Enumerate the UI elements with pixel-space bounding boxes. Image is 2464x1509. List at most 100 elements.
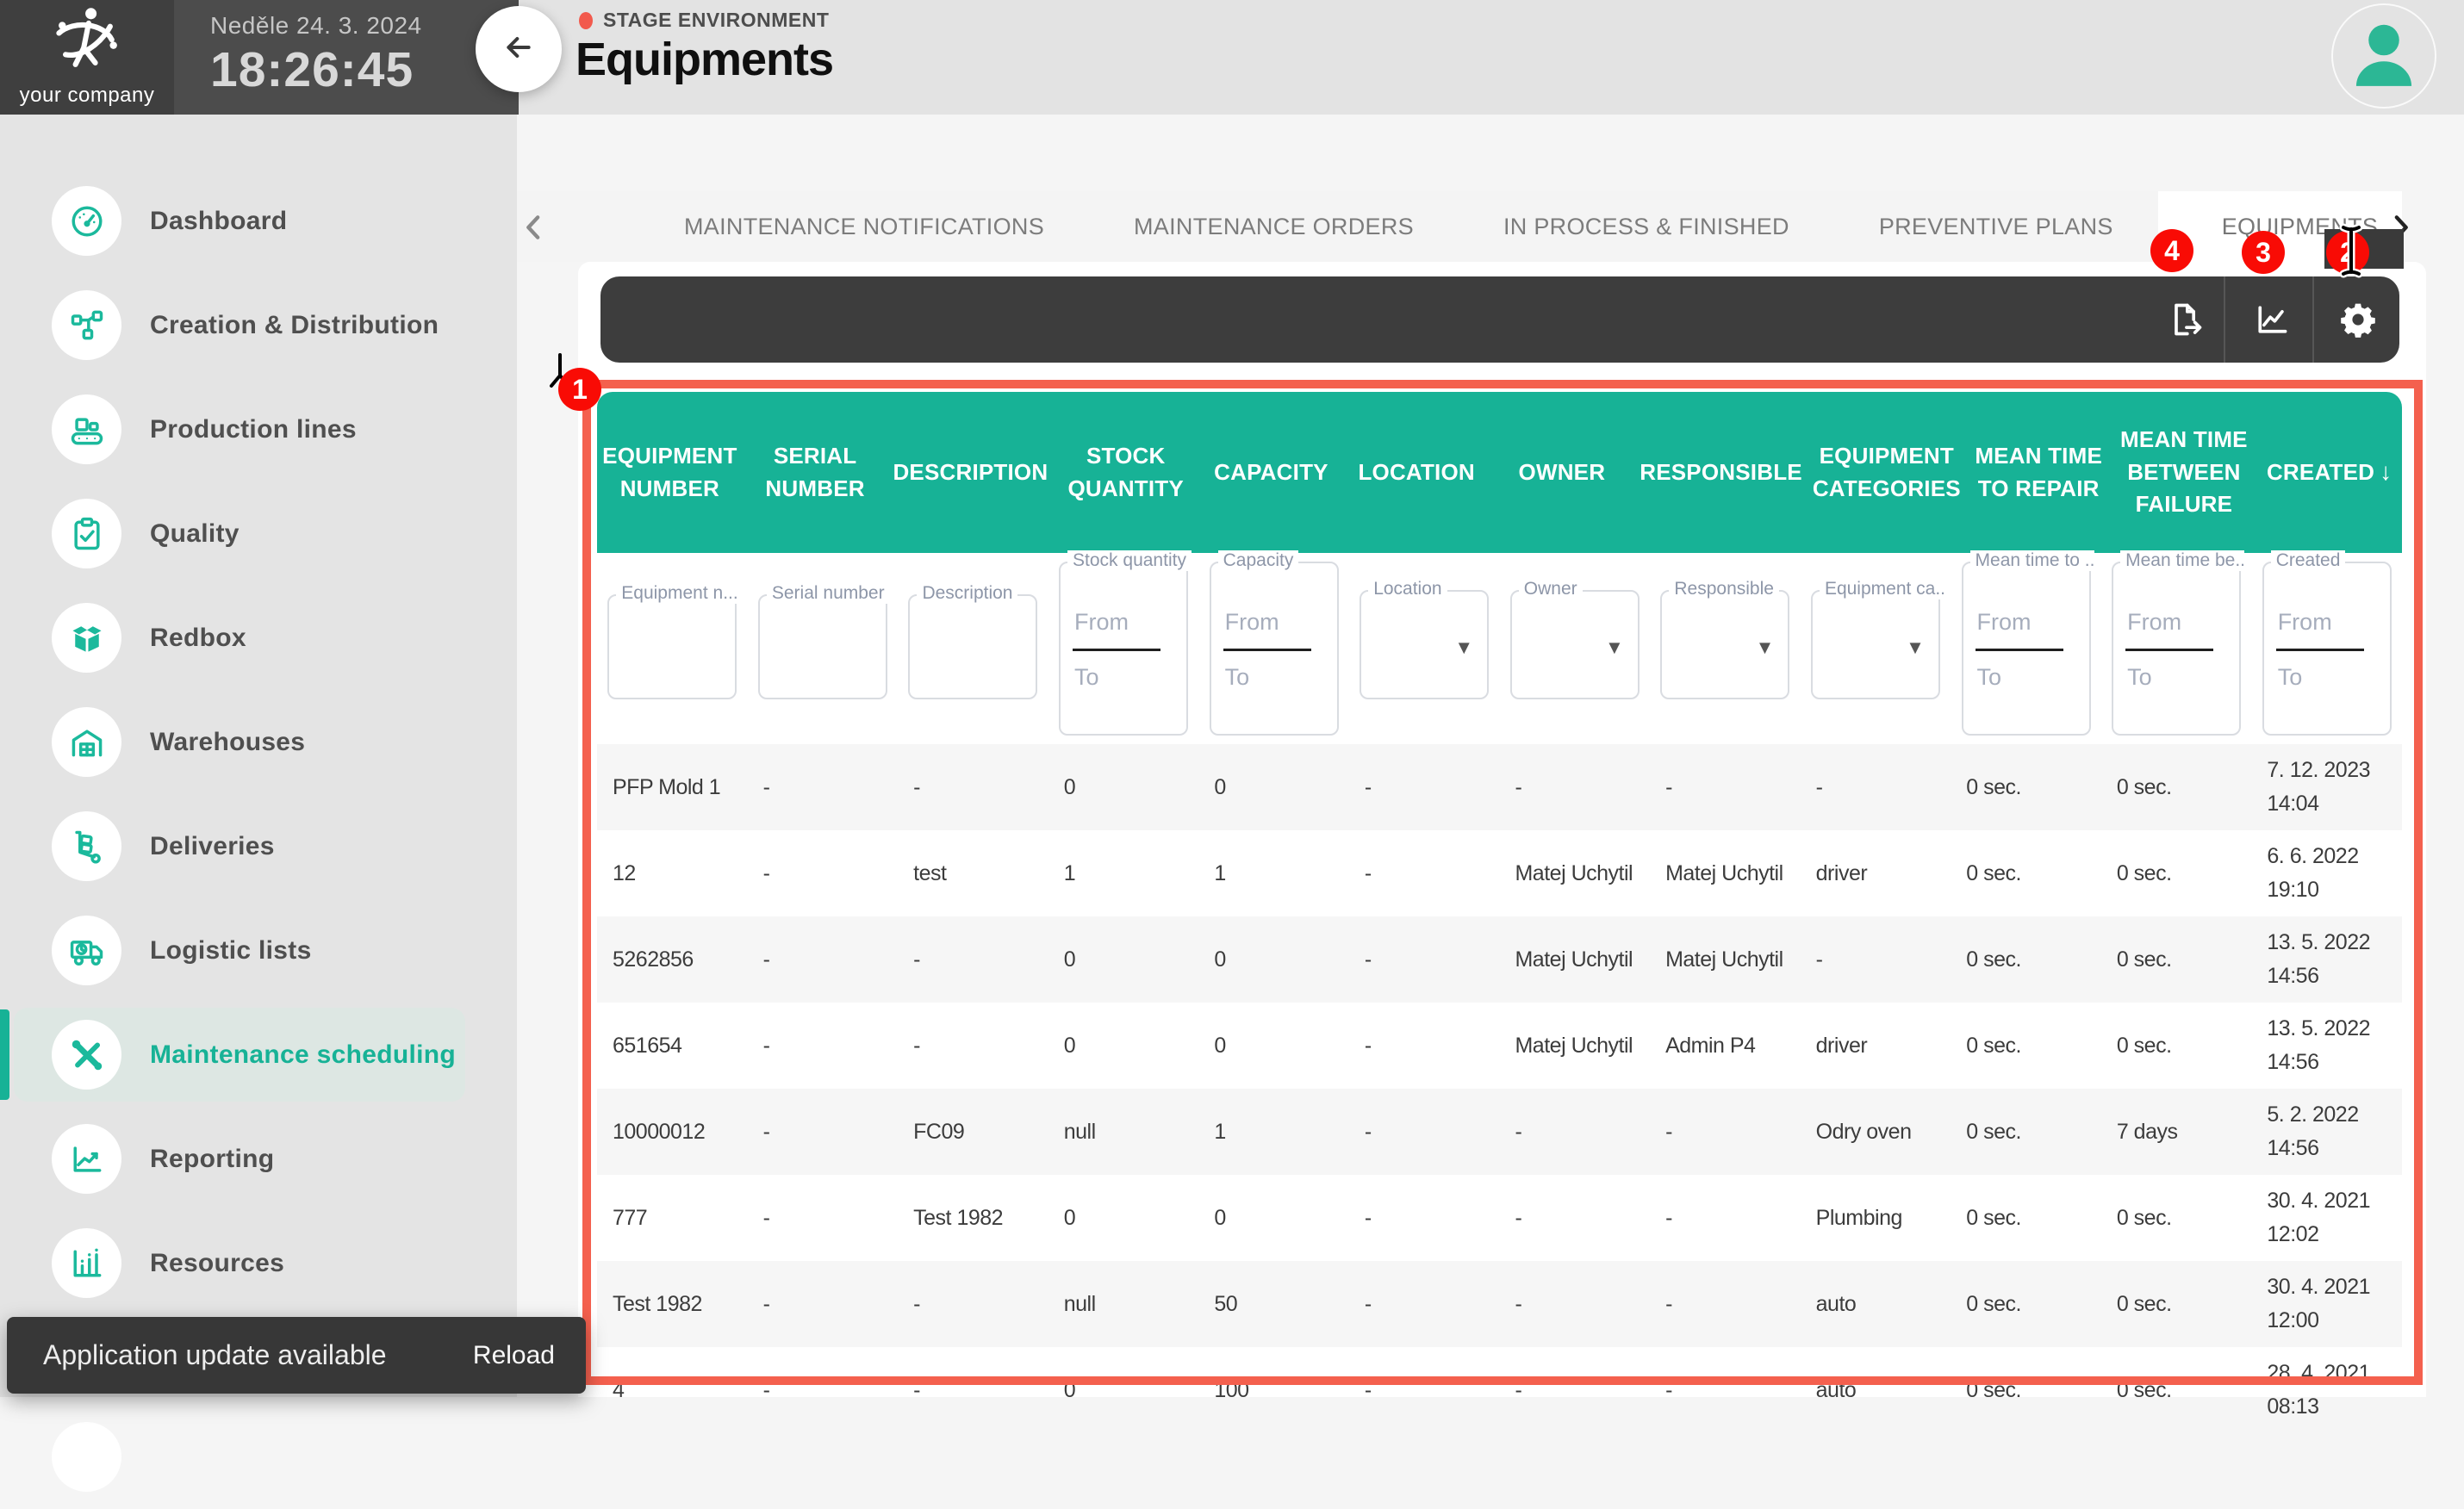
table-cell: Odry oven [1801, 1108, 1951, 1156]
filter-to-input[interactable] [1211, 660, 1337, 694]
back-button[interactable] [476, 6, 562, 92]
filter-from-input[interactable] [1963, 605, 2089, 639]
column-header-equipment-categories[interactable]: EQUIPMENT CATEGORIES [1808, 440, 1966, 505]
table-cell: 0 sec. [1951, 764, 2101, 811]
gear-button[interactable] [2315, 276, 2401, 363]
sidebar-item-dashboard[interactable]: Dashboard [0, 169, 517, 273]
filter-cell: Created [2251, 553, 2402, 744]
filter-cell: Location▼ [1349, 553, 1500, 744]
sidebar-active-accent-bar [0, 1218, 9, 1308]
sidebar-active-accent-bar [0, 697, 9, 787]
filter-to-input[interactable] [2264, 660, 2390, 694]
filter-equipment-ca[interactable]: Equipment ca...▼ [1811, 590, 1940, 699]
tab-in-process-finished[interactable]: IN PROCESS & FINISHED [1459, 191, 1834, 262]
column-header-mean-time-between-failure[interactable]: MEAN TIME BETWEEN FAILURE [2112, 424, 2257, 521]
sidebar-item-maintenance-scheduling[interactable]: Maintenance scheduling [0, 1003, 517, 1107]
filter-label: Capacity [1218, 550, 1299, 571]
sidebar-item-label: Production lines [150, 415, 357, 444]
sidebar-active-accent-bar [0, 280, 9, 370]
sidebar-item-hidden[interactable] [0, 1405, 517, 1509]
sidebar-item-quality[interactable]: Quality [0, 481, 517, 586]
column-header-capacity[interactable]: CAPACITY [1198, 456, 1344, 489]
table-cell: - [898, 1281, 1048, 1328]
column-header-mean-time-to-repair[interactable]: MEAN TIME TO REPAIR [1966, 440, 2112, 505]
column-header-created[interactable]: CREATED↓ [2256, 455, 2402, 490]
sidebar-item-production-lines[interactable]: Production lines [0, 377, 517, 481]
filter-text-input[interactable] [609, 596, 735, 698]
filter-owner[interactable]: Owner▼ [1510, 590, 1640, 699]
table-row[interactable]: 777-Test 198200---Plumbing0 sec.0 sec.30… [597, 1175, 2402, 1261]
table-row[interactable]: 651654--00-Matej UchytilAdmin P4driver0 … [597, 1003, 2402, 1089]
table-cell: - [748, 1108, 899, 1156]
sidebar-item-creation-distribution[interactable]: Creation & Distribution [0, 273, 517, 377]
filter-location[interactable]: Location▼ [1360, 590, 1489, 699]
tab-maintenance-orders[interactable]: MAINTENANCE ORDERS [1089, 191, 1459, 262]
column-header-description[interactable]: DESCRIPTION [887, 456, 1053, 489]
table-cell: - [1650, 1367, 1801, 1414]
annotation-badge-4: 4 [2150, 229, 2193, 272]
table-cell: - [748, 1022, 899, 1070]
filter-text-input[interactable] [760, 596, 886, 698]
filter-label: Responsible [1669, 579, 1779, 599]
table-row[interactable]: PFP Mold 1--00----0 sec.0 sec.7. 12. 202… [597, 744, 2402, 830]
column-header-owner[interactable]: OWNER [1490, 456, 1635, 489]
column-header-equipment-number[interactable]: EQUIPMENT NUMBER [597, 440, 743, 505]
table-cell: - [1499, 764, 1650, 811]
table-cell: 0 sec. [2101, 1367, 2252, 1414]
filter-cell: Equipment n... [597, 553, 748, 744]
table-row[interactable]: 4--0100---auto0 sec.0 sec.28. 4. 2021 08… [597, 1347, 2402, 1433]
table-cell: 0 [1198, 764, 1349, 811]
table-cell: - [1349, 1281, 1500, 1328]
table-cell: - [1801, 936, 1951, 984]
sidebar-item-deliveries[interactable]: Deliveries [0, 794, 517, 898]
sidebar-item-redbox[interactable]: Redbox [0, 586, 517, 690]
sidebar-item-logistic-lists[interactable]: Logistic lists [0, 898, 517, 1003]
table-cell: 0 [1048, 764, 1199, 811]
tabs-scroll-left-button[interactable] [517, 210, 551, 245]
filter-from-input[interactable] [1211, 605, 1337, 639]
column-header-label: DESCRIPTION [893, 459, 1048, 485]
filter-to-input[interactable] [2113, 660, 2239, 694]
user-avatar[interactable] [2331, 3, 2436, 109]
filter-to-input[interactable] [1963, 660, 2089, 694]
range-divider [1073, 649, 1160, 651]
filter-from-input[interactable] [2264, 605, 2390, 639]
table-cell: 0 sec. [1951, 936, 2101, 984]
sidebar-item-label: Dashboard [150, 207, 287, 236]
filter-from-input[interactable] [2113, 605, 2239, 639]
table-row[interactable]: Test 1982--null50---auto0 sec.0 sec.30. … [597, 1261, 2402, 1347]
dropdown-arrow-icon: ▼ [1605, 637, 1624, 659]
filter-created: Created [2262, 562, 2392, 736]
table-cell: - [1801, 764, 1951, 811]
sidebar-item-warehouses[interactable]: Warehouses [0, 690, 517, 794]
sidebar-active-accent-bar [0, 801, 9, 891]
sidebar-item-label: Resources [150, 1249, 284, 1278]
reload-button[interactable]: Reload [473, 1341, 555, 1370]
sidebar-item-reporting[interactable]: Reporting [0, 1107, 517, 1211]
column-header-location[interactable]: LOCATION [1344, 456, 1490, 489]
table-row[interactable]: 12-test11-Matej UchytilMatej Uchytildriv… [597, 830, 2402, 916]
filter-text-input[interactable] [910, 596, 1036, 698]
column-header-stock-quantity[interactable]: STOCK QUANTITY [1053, 440, 1198, 505]
table-row[interactable]: 5262856--00-Matej UchytilMatej Uchytil-0… [597, 916, 2402, 1003]
table-cell: test [898, 850, 1048, 897]
filter-label: Mean time be... [2120, 550, 2244, 571]
sidebar-item-resources[interactable]: Resources [0, 1211, 517, 1315]
tab-preventive-plans[interactable]: PREVENTIVE PLANS [1834, 191, 2158, 262]
person-icon [2339, 9, 2429, 103]
table-row[interactable]: 10000012-FC09null1---Odry oven0 sec.7 da… [597, 1089, 2402, 1175]
export-file-button[interactable] [2143, 276, 2229, 363]
filter-cell: Mean time be... [2101, 553, 2252, 744]
chart-button[interactable] [2229, 276, 2315, 363]
column-header-serial-number[interactable]: SERIAL NUMBER [743, 440, 888, 505]
tab-maintenance-notifications[interactable]: MAINTENANCE NOTIFICATIONS [639, 191, 1089, 262]
table-cell: - [1349, 936, 1500, 984]
filter-responsible[interactable]: Responsible▼ [1660, 590, 1789, 699]
tab-strip: MAINTENANCE NOTIFICATIONSMAINTENANCE ORD… [517, 191, 2402, 262]
filter-equipment-n: Equipment n... [607, 594, 737, 699]
filter-label: Owner [1519, 579, 1583, 599]
column-header-responsible[interactable]: RESPONSIBLE [1634, 456, 1808, 489]
filter-from-input[interactable] [1061, 605, 1186, 639]
table-header-row: EQUIPMENT NUMBERSERIAL NUMBERDESCRIPTION… [597, 392, 2402, 553]
filter-to-input[interactable] [1061, 660, 1186, 694]
